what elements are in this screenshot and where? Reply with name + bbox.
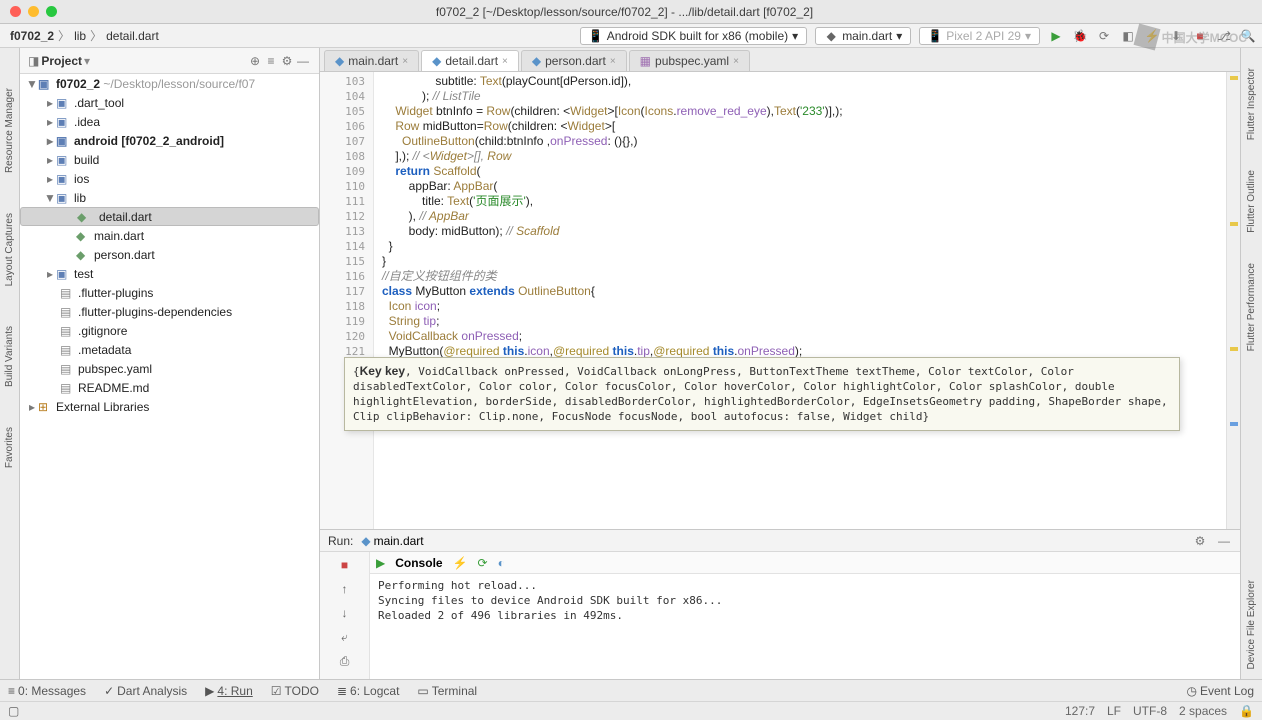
project-view-selector[interactable]: ◨ Project ▾ [28,54,90,68]
debug-button[interactable]: 🐞 [1072,28,1088,44]
bottom-tool-tabs: ≡ 0: Messages ✓ Dart Analysis ▶ 4: Run ☑… [0,679,1262,701]
gear-icon[interactable]: ⚙ [279,53,295,69]
chevron-down-icon: ▾ [1025,29,1031,43]
status-icon[interactable]: ▢ [8,704,19,718]
file-encoding[interactable]: UTF-8 [1133,704,1167,718]
code-content[interactable]: subtitle: Text(playCount[dPerson.id]), )… [374,72,1226,529]
tab-person[interactable]: ◆person.dart× [521,50,627,71]
rail-flutter-inspector[interactable]: Flutter Inspector [1246,68,1257,140]
indent-config[interactable]: 2 spaces [1179,704,1227,718]
navigation-bar: f0702_2 〉 lib 〉 detail.dart 📱 Android SD… [0,24,1262,48]
error-stripe[interactable] [1226,72,1240,529]
rail-build-variants[interactable]: Build Variants [4,326,15,387]
phone-icon: 📱 [589,29,603,43]
profile-button[interactable]: ◧ [1120,28,1136,44]
crumb-project[interactable]: f0702_2 [6,29,58,43]
run-label: Run: [328,534,353,548]
hide-icon[interactable]: — [1216,533,1232,549]
device-selector[interactable]: 📱 Android SDK built for x86 (mobile) ▾ [580,27,807,45]
run-config-selector[interactable]: ◆ main.dart ▾ [815,27,911,45]
gear-icon[interactable]: ⚙ [1192,533,1208,549]
editor-area: ◆main.dart× ◆detail.dart× ◆person.dart× … [320,48,1240,679]
tab-main[interactable]: ◆main.dart× [324,50,419,71]
vcs-button[interactable]: ⎇ [1216,28,1232,44]
up-icon[interactable]: ↑ [336,580,354,598]
stop-button[interactable]: ■ [336,556,354,574]
run-icon[interactable]: ▶ [376,556,385,570]
phone-icon: 📱 [928,29,942,43]
line-separator[interactable]: LF [1107,704,1121,718]
tab-run[interactable]: ▶ 4: Run [205,684,253,698]
tab-event-log[interactable]: ◷ Event Log [1186,684,1254,698]
project-tree[interactable]: ▼▣f0702_2 ~/Desktop/lesson/source/f07 ▸▣… [20,74,319,679]
status-bar: ▢ 127:7 LF UTF-8 2 spaces 🔒 [0,701,1262,720]
editor-tabs: ◆main.dart× ◆detail.dart× ◆person.dart× … [320,48,1240,72]
code-editor[interactable]: 103 104 105 106 107 108 109 110 111 112 … [320,72,1240,529]
stop-button[interactable]: ■ [1192,28,1208,44]
hide-icon[interactable]: — [295,53,311,69]
right-tool-rail: Flutter Inspector Flutter Outline Flutte… [1240,48,1262,679]
tab-logcat[interactable]: ≣ 6: Logcat [337,684,399,698]
lightning-icon[interactable]: ⚡ [453,556,468,570]
close-icon[interactable]: × [402,56,408,67]
search-icon[interactable]: 🔍 [1240,28,1256,44]
devtools-icon[interactable]: ◐ [498,556,505,570]
project-panel: ◨ Project ▾ ⊕ ≡ ⚙ — ▼▣f0702_2 ~/Desktop/… [20,48,320,679]
close-icon[interactable]: × [502,56,508,67]
tab-messages[interactable]: ≡ 0: Messages [8,684,86,698]
coverage-button[interactable]: ⟳ [1096,28,1112,44]
tab-detail[interactable]: ◆detail.dart× [421,50,519,71]
console-output[interactable]: Performing hot reload... Syncing files t… [370,574,1240,679]
lock-icon[interactable]: 🔒 [1239,704,1254,718]
print-icon[interactable]: ⎙ [336,652,354,670]
attach-button[interactable]: ⬇ [1168,28,1184,44]
crumb-folder[interactable]: lib [70,29,90,43]
left-tool-rail: Resource Manager Layout Captures Build V… [0,48,20,679]
chevron-down-icon: ▾ [792,29,798,43]
wrap-icon[interactable]: ⤶ [336,628,354,646]
zoom-window[interactable] [46,6,57,17]
crumb-file[interactable]: detail.dart [102,29,163,43]
rail-flutter-performance[interactable]: Flutter Performance [1246,263,1257,351]
tab-pubspec[interactable]: ▦pubspec.yaml× [629,50,750,71]
rail-layout-captures[interactable]: Layout Captures [4,213,15,286]
locate-icon[interactable]: ⊕ [247,53,263,69]
tab-dart-analysis[interactable]: ✓ Dart Analysis [104,684,187,698]
dart-icon: ◆ [824,29,838,43]
close-window[interactable] [10,6,21,17]
close-icon[interactable]: × [610,56,616,67]
tab-todo[interactable]: ☑ TODO [271,684,319,698]
down-icon[interactable]: ↓ [336,604,354,622]
avd-selector[interactable]: 📱 Pixel 2 API 29 ▾ [919,27,1040,45]
rail-device-explorer[interactable]: Device File Explorer [1246,580,1257,669]
reload-icon[interactable]: ⟳ [478,556,488,570]
tab-terminal[interactable]: ▭ Terminal [417,684,477,698]
parameter-info-tooltip: {Key key, VoidCallback onPressed, VoidCa… [344,357,1180,431]
minimize-window[interactable] [28,6,39,17]
rail-resource-manager[interactable]: Resource Manager [4,88,15,173]
window-title: f0702_2 [~/Desktop/lesson/source/f0702_2… [57,5,1192,19]
rail-flutter-outline[interactable]: Flutter Outline [1246,170,1257,233]
hot-reload-button[interactable]: ⚡ [1144,28,1160,44]
window-controls [0,6,57,17]
rail-favorites[interactable]: Favorites [4,427,15,468]
run-button[interactable]: ▶ [1048,28,1064,44]
chevron-down-icon: ▾ [896,29,902,43]
expand-icon[interactable]: ≡ [263,53,279,69]
run-side-toolbar: ■ ↑ ↓ ⤶ ⎙ [320,552,370,679]
close-icon[interactable]: × [733,56,739,67]
run-tool-window: Run: ◆main.dart ⚙ — ■ ↑ ↓ ⤶ ⎙ ▶ Console [320,529,1240,679]
line-gutter: 103 104 105 106 107 108 109 110 111 112 … [320,72,374,529]
run-config-label[interactable]: ◆main.dart [361,534,423,548]
titlebar: f0702_2 [~/Desktop/lesson/source/f0702_2… [0,0,1262,24]
caret-position[interactable]: 127:7 [1065,704,1095,718]
console-tab[interactable]: Console [395,556,442,570]
